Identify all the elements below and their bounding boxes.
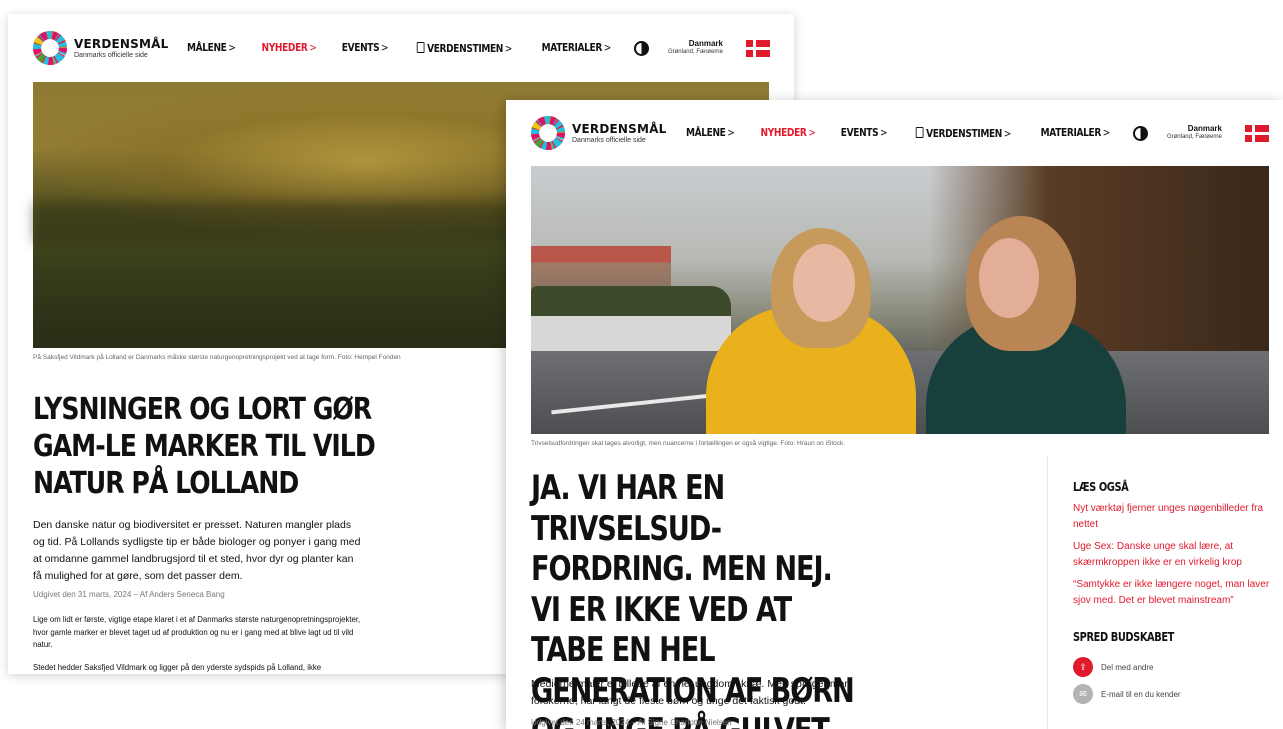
brand-logo-link[interactable]: VERDENSMÅL Danmarks officielle side	[32, 30, 168, 66]
article-page-trivsel: VERDENSMÅL Danmarks officielle side MÅLE…	[506, 100, 1283, 729]
nav-item-materialer[interactable]: MATERIALER >	[1041, 127, 1111, 139]
mail-icon: ✉	[1073, 684, 1093, 704]
hero-wall	[531, 316, 731, 356]
country-name: Danmark	[1187, 124, 1222, 134]
brand-subtitle: Danmarks officielle side	[74, 51, 148, 59]
contrast-toggle-icon[interactable]	[633, 40, 649, 56]
country-selector[interactable]: Danmark Grønland, Færøerne	[1166, 124, 1222, 141]
nav-item-materialer[interactable]: MATERIALER >	[542, 42, 612, 54]
nav-item-malene[interactable]: MÅLENE >	[187, 42, 236, 54]
sidebar-divider	[1047, 456, 1048, 729]
nav-item-events[interactable]: EVENTS >	[341, 42, 388, 54]
main-nav: MÅLENE > NYHEDER > EVENTS > VERDENSTIMEN > M…	[682, 124, 1269, 142]
article-meta: Udgivet den 24 marts, 2024 – Af Signe Ch…	[531, 718, 732, 727]
hero-image-two-girls	[531, 166, 1269, 434]
share-button[interactable]: ⇪ Del med andre	[1073, 657, 1153, 677]
email-share-button[interactable]: ✉ E-mail til en du kender	[1073, 684, 1181, 704]
related-article-link[interactable]: Uge Sex: Danske unge skal lære, at skærm…	[1073, 539, 1273, 571]
share-icon: ⇪	[1073, 657, 1093, 677]
article-paragraph: Stedet hedder Saksfjed Vildmark og ligge…	[33, 663, 322, 672]
image-caption: Trivselsudfordringen skal tages alvorlig…	[531, 440, 846, 447]
danish-flag-icon	[746, 39, 770, 57]
girl-face	[793, 244, 855, 322]
article-lead: Den danske natur og biodiversitet er pre…	[33, 519, 361, 582]
related-article-link[interactable]: “Samtykke er ikke længere noget, man lav…	[1073, 577, 1273, 609]
girl-face	[979, 238, 1039, 318]
country-sub: Grønland, Færøerne	[667, 49, 723, 56]
share-label: Del med andre	[1101, 662, 1154, 672]
book-icon	[915, 126, 924, 138]
nav-item-malene[interactable]: MÅLENE >	[686, 127, 735, 139]
brand-title: VERDENSMÅL	[572, 121, 667, 136]
share-heading: SPRED BUDSKABET	[1073, 630, 1174, 644]
article-paragraph: Lige om lidt er første, vigtige etape kl…	[33, 615, 361, 649]
country-selector[interactable]: Danmark Grønland, Færøerne	[667, 39, 723, 56]
nav-item-verdenstimen[interactable]: VERDENSTIMEN >	[915, 126, 1011, 140]
site-header: VERDENSMÅL Danmarks officielle side MÅLE…	[506, 100, 1283, 166]
book-icon	[416, 41, 425, 53]
brand-logo-link[interactable]: VERDENSMÅL Danmarks officielle side	[530, 115, 666, 151]
read-also-heading: LÆS OGSÅ	[1073, 480, 1129, 494]
danish-flag-icon	[1245, 124, 1269, 142]
related-article-link[interactable]: Nyt værktøj fjerner unges nøgenbilleder …	[1073, 501, 1273, 533]
nav-item-events[interactable]: EVENTS >	[840, 127, 887, 139]
article-lead: Medierne maler et billede af en hel ungd…	[531, 678, 851, 707]
site-header: VERDENSMÅL Danmarks officielle side MÅLE…	[8, 14, 794, 82]
article-meta: Udgivet den 31 marts, 2024 – Af Anders S…	[33, 590, 225, 599]
share-label: E-mail til en du kender	[1101, 689, 1181, 699]
sdg-wheel-icon	[33, 31, 67, 65]
image-caption: På Saksfjed Vildmark på Lolland er Danma…	[33, 354, 401, 361]
nav-item-nyheder[interactable]: NYHEDER >	[261, 42, 316, 54]
brand-title: VERDENSMÅL	[74, 36, 169, 51]
nav-item-nyheder[interactable]: NYHEDER >	[760, 127, 815, 139]
sdg-wheel-icon	[531, 116, 565, 150]
country-name: Danmark	[688, 39, 723, 49]
brand-subtitle: Danmarks officielle side	[572, 136, 646, 144]
main-nav: MÅLENE > NYHEDER > EVENTS > VERDENSTIMEN > M…	[183, 39, 770, 57]
nav-item-verdenstimen[interactable]: VERDENSTIMEN >	[416, 41, 512, 55]
contrast-toggle-icon[interactable]	[1132, 125, 1148, 141]
article-title: LYSNINGER OG LORT GØR GAM-LE MARKER TIL …	[33, 392, 376, 501]
country-sub: Grønland, Færøerne	[1166, 134, 1222, 141]
